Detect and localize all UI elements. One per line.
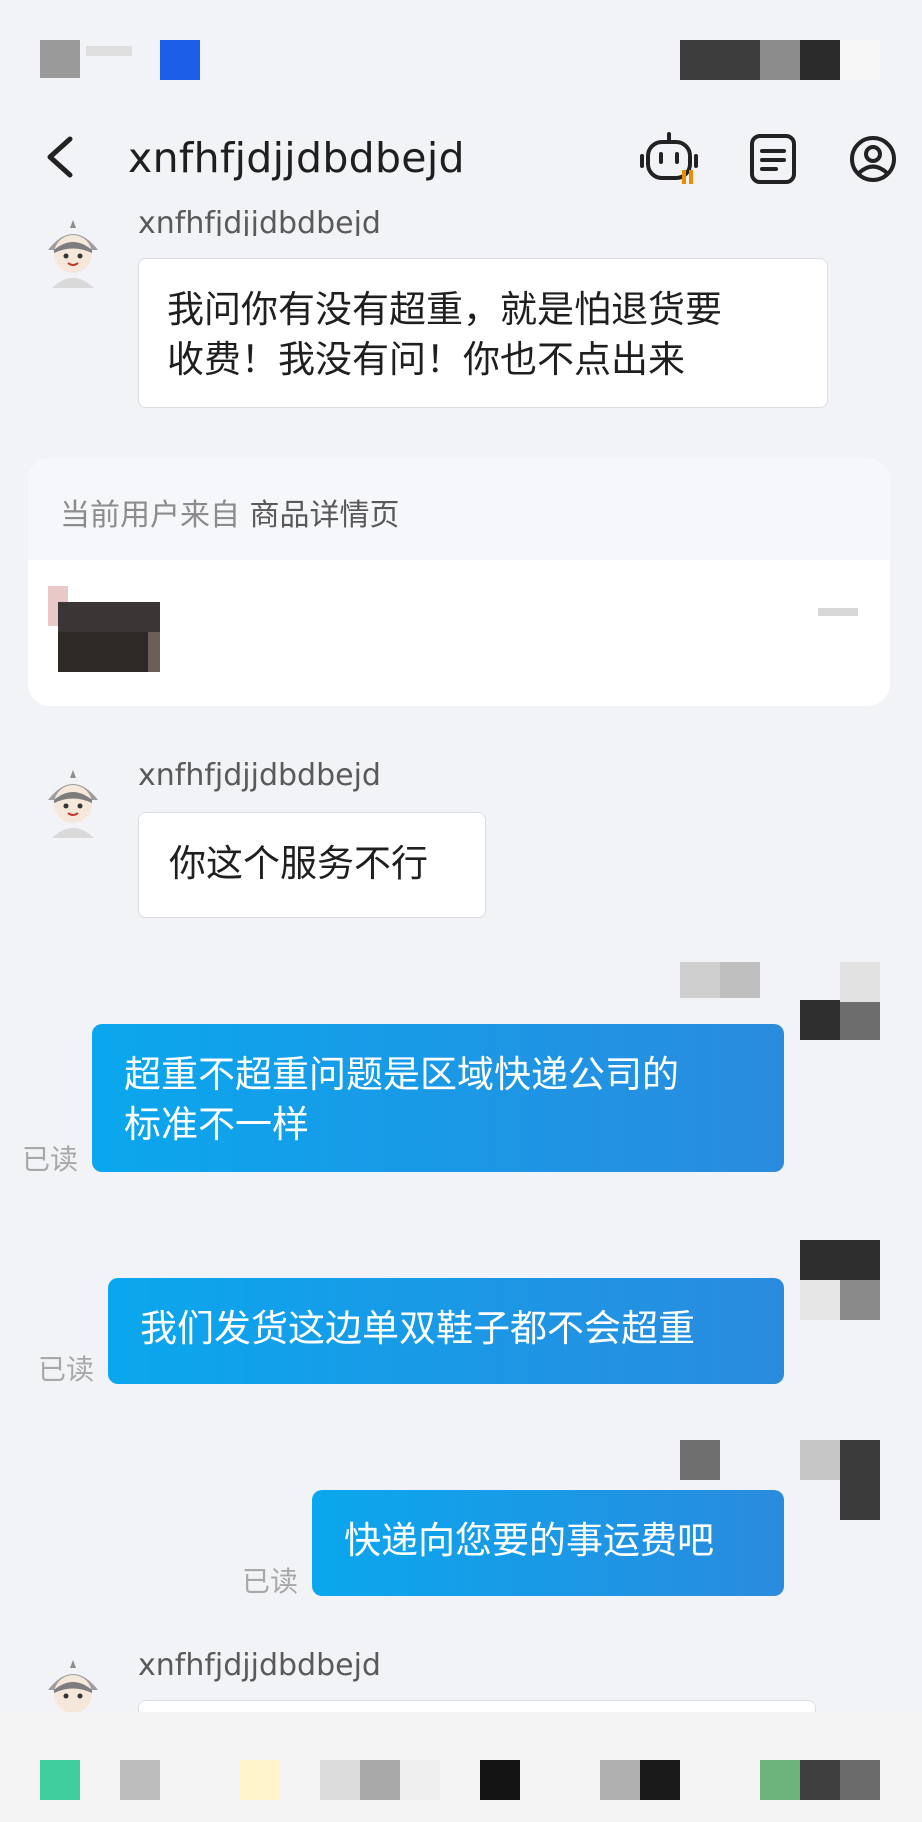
message-bubble[interactable]: 你这个服务不行 [138,812,486,918]
avatar-pixel [800,1440,840,1480]
source-prefix: 当前用户来自 [60,498,240,533]
message-bubble[interactable]: 快递向您要的事运费吧 [312,1490,784,1596]
read-status: 已读 [38,1353,95,1386]
status-battery-pixel [840,40,880,80]
toolbar-icon-pixel[interactable] [480,1760,520,1800]
avatar[interactable] [42,1660,104,1712]
avatar-pixel [840,1280,880,1320]
toolbar-icon-pixel[interactable] [600,1760,640,1800]
avatar[interactable] [42,220,104,288]
name-pixel [680,962,720,998]
toolbar-icon-pixel[interactable] [120,1760,160,1800]
robot-icon[interactable] [640,130,698,188]
status-battery-pixel [800,40,840,80]
avatar-pixel [840,1002,880,1040]
chevron-left-icon[interactable] [42,133,78,181]
toolbar-icon-pixel[interactable] [320,1760,360,1800]
status-signal-pixel [680,40,760,80]
message-line: 超重不超重问题是区域快递公司的 [124,1053,679,1096]
read-status: 已读 [22,1143,79,1176]
thumbnail-pixel [148,632,160,672]
status-wifi-pixel [760,40,800,80]
message-bubble[interactable]: 我问你有没有超重，就是怕退货要 收费！我没有问！你也不点出来 [138,258,828,408]
sender-name: xnfhfjdjjdbdbejd [138,1648,381,1683]
avatar[interactable] [42,770,104,838]
avatar-pixel [840,962,880,1002]
thumbnail-pixel [58,602,160,632]
avatar-pixel [800,1280,840,1320]
message-line: 标准不一样 [124,1103,309,1146]
toolbar-icon-pixel[interactable] [800,1760,840,1800]
message-line: 你这个服务不行 [169,842,428,885]
message-bubble[interactable]: 我们发货这边单双鞋子都不会超重 [108,1278,784,1384]
source-label: 当前用户来自 商品详情页 [60,490,400,534]
toolbar-icon-pixel[interactable] [760,1760,800,1800]
sender-name: xnfhfjdjjdbdbejd [138,206,381,236]
avatar-pixel [800,1000,840,1040]
more-dots-icon[interactable] [818,608,858,616]
message-line: 我们发货这边单双鞋子都不会超重 [140,1307,695,1350]
status-time-pixel [86,46,132,56]
toolbar-icon-pixel[interactable] [640,1760,680,1800]
status-time-pixel [40,40,80,78]
sender-name: xnfhfjdjjdbdbejd [138,758,381,793]
toolbar-icon-pixel[interactable] [400,1760,440,1800]
name-pixel [720,962,760,998]
message-line: 快递向您要的事运费吧 [344,1519,714,1562]
document-list-icon[interactable] [744,130,802,188]
avatar-pixel [840,1440,880,1520]
toolbar-icon-pixel[interactable] [360,1760,400,1800]
toolbar-icon-pixel[interactable] [840,1760,880,1800]
chat-title: xnfhfjdjjdbdbejd [128,134,465,182]
message-line: 收费！我没有问！你也不点出来 [167,338,685,381]
status-app-icon [160,40,200,80]
user-circle-icon[interactable] [844,130,902,188]
message-bubble[interactable]: 超重不超重问题是区域快递公司的 标准不一样 [92,1024,784,1172]
source-page: 商品详情页 [249,498,400,533]
read-status: 已读 [242,1565,299,1598]
avatar-pixel [800,1240,880,1280]
thumbnail-pixel [58,632,148,672]
toolbar-icon-pixel[interactable] [240,1760,280,1800]
message-line: 我问你有没有超重，就是怕退货要 [167,288,722,331]
toolbar-icon-pixel[interactable] [40,1760,80,1800]
name-pixel [680,1440,720,1480]
